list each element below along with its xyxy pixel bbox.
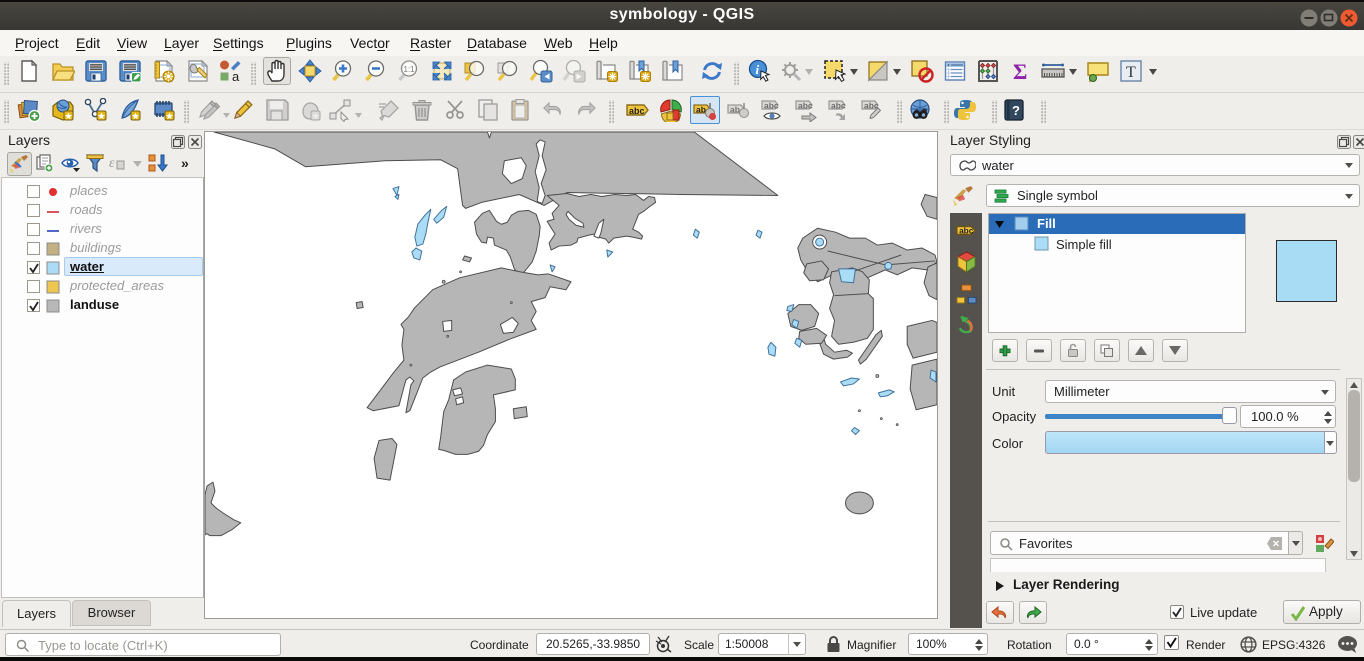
- svg-text:ab: ab: [730, 105, 740, 115]
- svg-text:Σ: Σ: [1013, 59, 1027, 83]
- svg-text:abc: abc: [764, 101, 779, 111]
- svg-text:abc: abc: [959, 226, 974, 236]
- svg-text:abc: abc: [831, 101, 846, 111]
- svg-text:?: ?: [1012, 103, 1020, 118]
- svg-text:T: T: [1126, 64, 1136, 81]
- svg-text:abc: abc: [798, 101, 813, 111]
- svg-text:ε: ε: [109, 156, 115, 171]
- svg-text:i: i: [756, 62, 760, 77]
- svg-text:a: a: [232, 69, 240, 83]
- svg-text:1:1: 1:1: [404, 65, 416, 74]
- svg-text:ab: ab: [696, 105, 706, 115]
- svg-text:abc: abc: [629, 106, 645, 116]
